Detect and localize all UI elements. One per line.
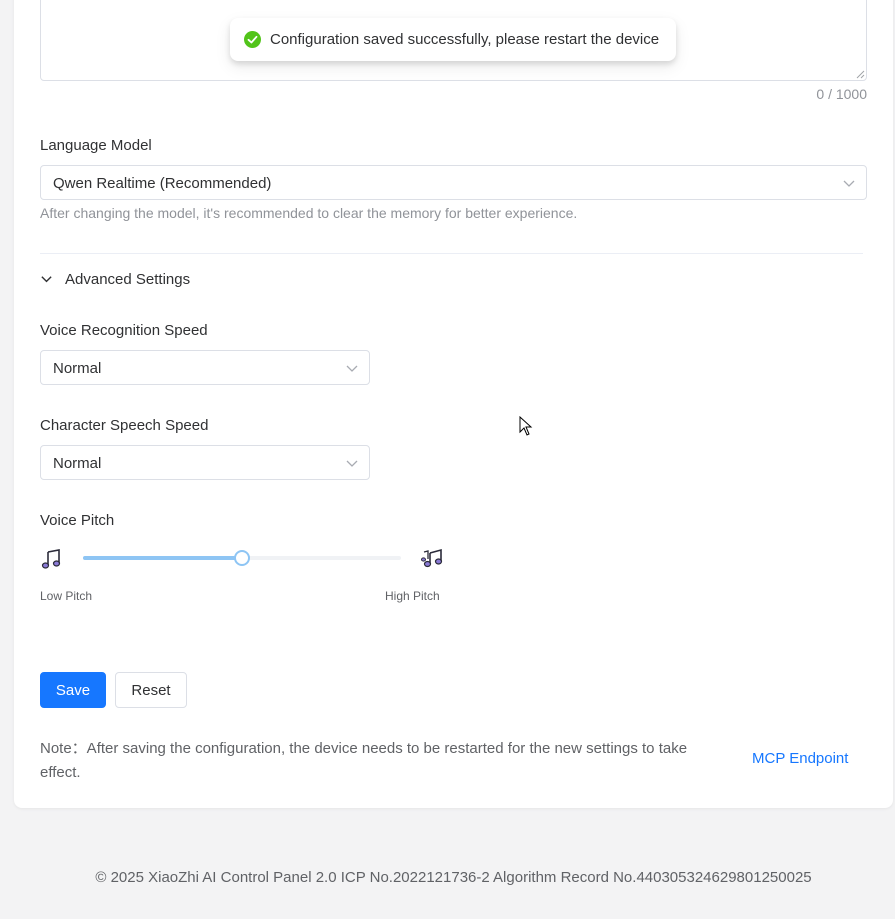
restart-note: Note：After saving the configuration, the… <box>40 740 688 781</box>
high-pitch-label: High Pitch <box>385 589 440 603</box>
advanced-settings-toggle[interactable]: Advanced Settings <box>40 271 190 288</box>
voice-recognition-speed-select[interactable]: Normal <box>40 350 370 385</box>
slider-fill <box>83 556 242 560</box>
toast-message: Configuration saved successfully, please… <box>270 31 660 48</box>
chevron-down-icon <box>41 276 52 283</box>
chevron-down-icon <box>346 460 358 467</box>
language-model-hint: After changing the model, it's recommend… <box>40 205 578 221</box>
section-divider <box>40 253 863 254</box>
chevron-down-icon <box>843 180 855 187</box>
language-model-value: Qwen Realtime (Recommended) <box>53 175 272 192</box>
check-circle-icon <box>244 31 261 48</box>
character-counter: 0 / 1000 <box>816 86 867 102</box>
success-toast: Configuration saved successfully, please… <box>230 18 676 61</box>
language-model-select[interactable]: Qwen Realtime (Recommended) <box>40 165 867 200</box>
save-button[interactable]: Save <box>40 672 106 708</box>
reset-button[interactable]: Reset <box>115 672 187 708</box>
resize-handle-icon[interactable] <box>856 70 865 79</box>
mcp-endpoint-link[interactable]: MCP Endpoint <box>752 750 848 767</box>
low-pitch-label: Low Pitch <box>40 589 93 603</box>
footer-copyright: © 2025 XiaoZhi AI Control Panel 2.0 ICP … <box>95 869 812 886</box>
voice-recognition-speed-label: Voice Recognition Speed <box>40 322 208 339</box>
voice-pitch-label: Voice Pitch <box>40 512 115 529</box>
music-notes-icon <box>421 548 443 568</box>
voice-recognition-speed-value: Normal <box>53 360 102 377</box>
character-speech-speed-value: Normal <box>53 455 102 472</box>
music-note-icon <box>41 549 61 569</box>
character-speech-speed-select[interactable]: Normal <box>40 445 370 480</box>
advanced-settings-label: Advanced Settings <box>65 271 191 288</box>
voice-pitch-slider[interactable] <box>83 550 401 566</box>
chevron-down-icon <box>346 365 358 372</box>
language-model-label: Language Model <box>40 137 152 154</box>
character-speech-speed-label: Character Speech Speed <box>40 417 209 434</box>
mouse-cursor-icon <box>519 416 533 436</box>
slider-thumb[interactable] <box>234 550 250 566</box>
